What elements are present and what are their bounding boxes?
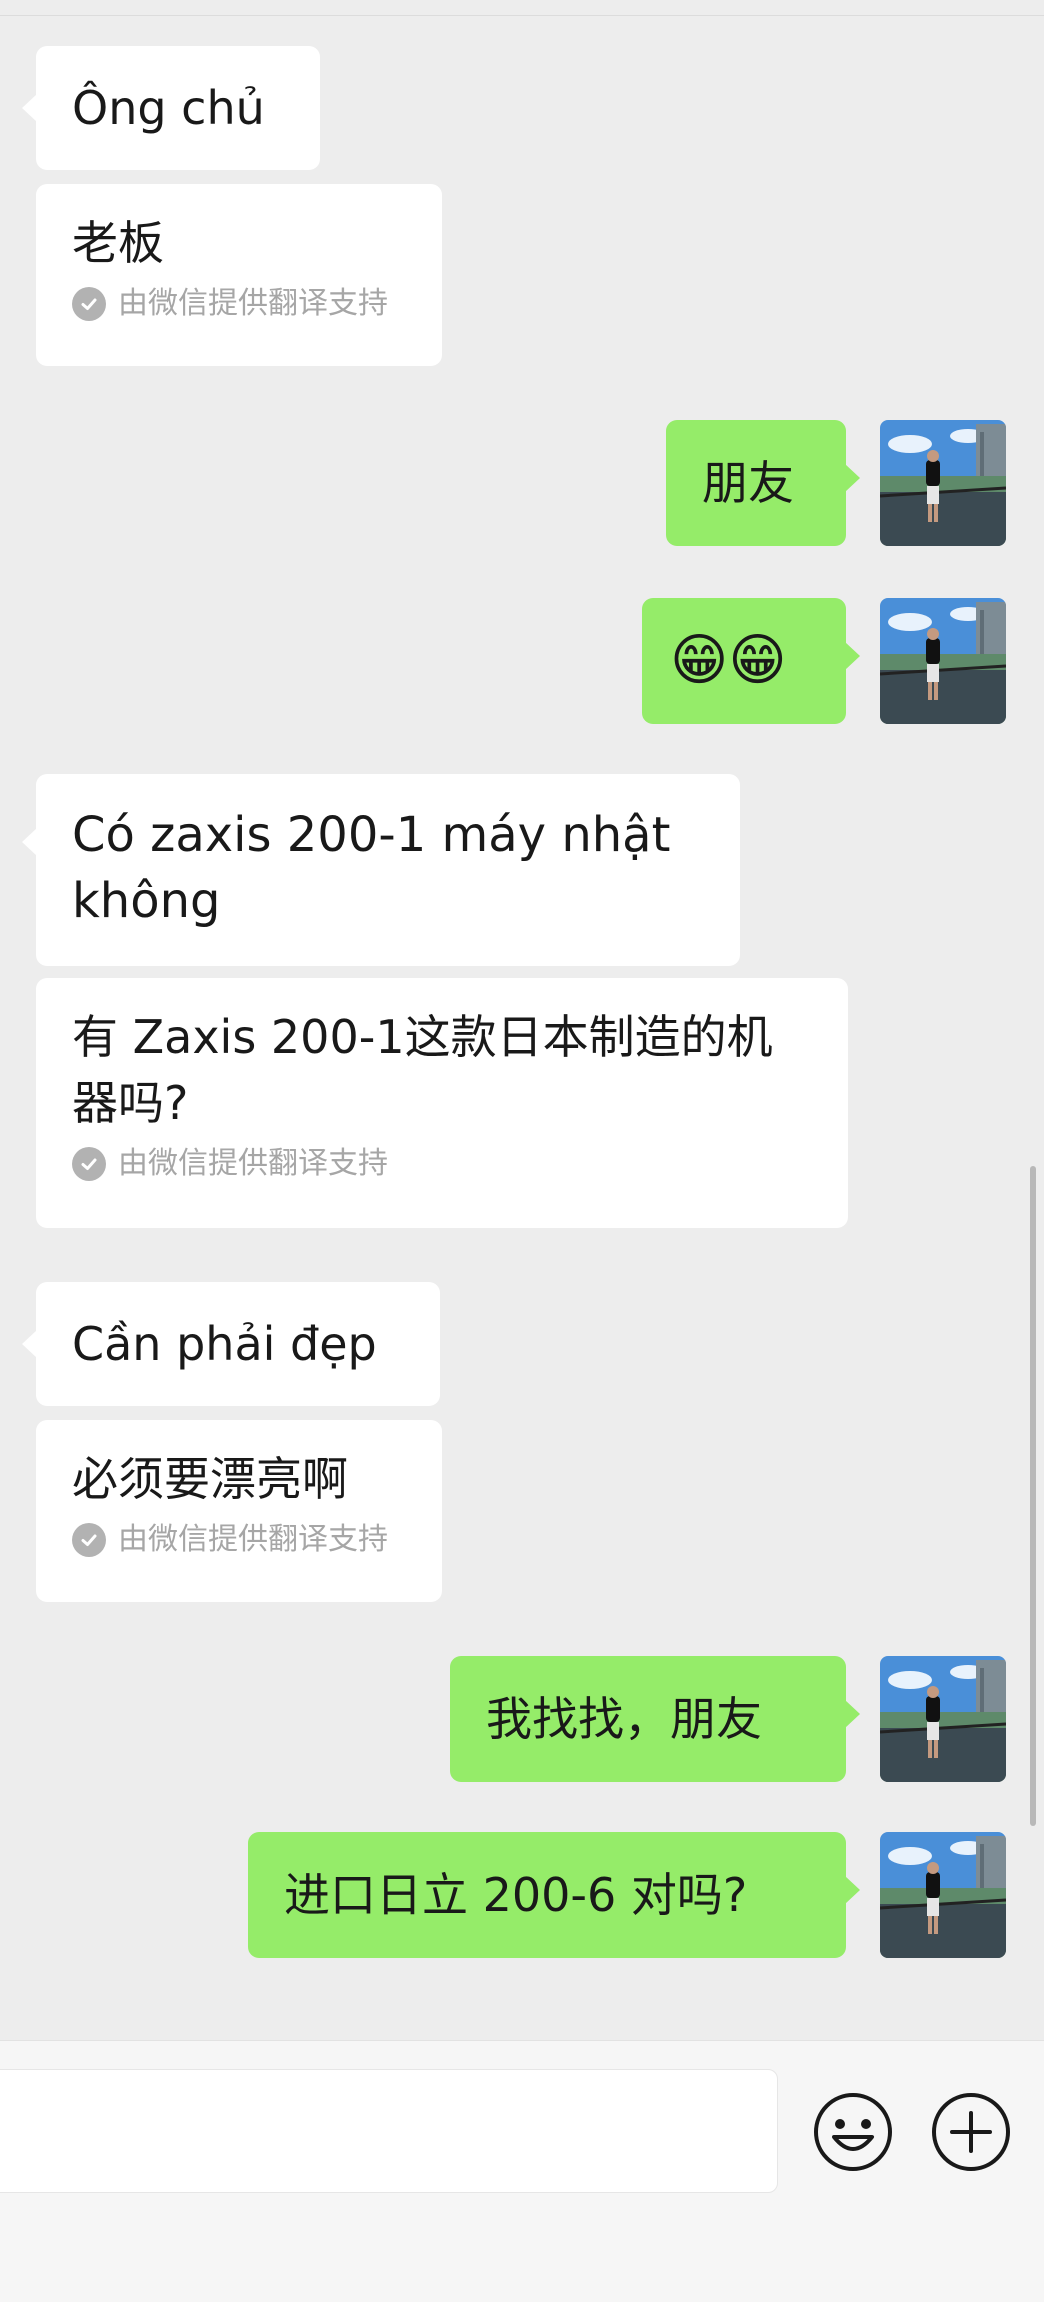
- sent-message-bubble[interactable]: 😁😁: [642, 598, 860, 724]
- received-message-bubble[interactable]: Cần phải đẹp: [22, 1282, 440, 1406]
- sent-message-bubble[interactable]: 朋友: [666, 420, 860, 546]
- message-text: 朋友: [702, 456, 794, 510]
- message-text: Cần phải đẹp: [72, 1317, 377, 1371]
- received-message-bubble[interactable]: Có zaxis 200-1 máy nhật không: [22, 774, 740, 966]
- user-avatar[interactable]: [880, 420, 1006, 546]
- translation-attribution: 由微信提供翻译支持: [72, 1144, 812, 1184]
- check-circle-icon: [72, 1523, 106, 1557]
- chat-screen: Ông chủ 老板 由微信提供翻译支持 朋友 😁😁 Có zaxis 200-…: [0, 0, 1044, 2302]
- translation-text: 老板: [72, 216, 164, 270]
- message-text: Có zaxis 200-1 máy nhật không: [72, 807, 671, 929]
- input-bar: [0, 2040, 1044, 2302]
- check-circle-icon: [72, 1147, 106, 1181]
- scrollbar[interactable]: [1030, 1166, 1036, 1826]
- translation-attribution: 由微信提供翻译支持: [72, 1520, 406, 1560]
- translation-text: 有 Zaxis 200-1这款日本制造的机器吗?: [72, 1010, 773, 1130]
- translation-text: 必须要漂亮啊: [72, 1452, 348, 1506]
- message-text: Ông chủ: [72, 81, 265, 135]
- translation-card[interactable]: 有 Zaxis 200-1这款日本制造的机器吗? 由微信提供翻译支持: [36, 978, 848, 1228]
- emoji-face-icon[interactable]: [812, 2091, 894, 2173]
- top-divider: [0, 0, 1044, 16]
- message-text: 我找找，朋友: [486, 1692, 762, 1746]
- check-circle-icon: [72, 287, 106, 321]
- translation-card[interactable]: 老板 由微信提供翻译支持: [36, 184, 442, 366]
- translation-attribution: 由微信提供翻译支持: [72, 284, 406, 324]
- message-text: 进口日立 200-6 对吗?: [284, 1868, 748, 1922]
- plus-circle-icon[interactable]: [930, 2091, 1012, 2173]
- message-emoji: 😁😁: [670, 628, 787, 693]
- message-input[interactable]: [0, 2069, 778, 2193]
- user-avatar[interactable]: [880, 1832, 1006, 1958]
- user-avatar[interactable]: [880, 598, 1006, 724]
- sent-message-bubble[interactable]: 进口日立 200-6 对吗?: [248, 1832, 860, 1958]
- user-avatar[interactable]: [880, 1656, 1006, 1782]
- translation-card[interactable]: 必须要漂亮啊 由微信提供翻译支持: [36, 1420, 442, 1602]
- sent-message-bubble[interactable]: 我找找，朋友: [450, 1656, 860, 1782]
- received-message-bubble[interactable]: Ông chủ: [22, 46, 320, 170]
